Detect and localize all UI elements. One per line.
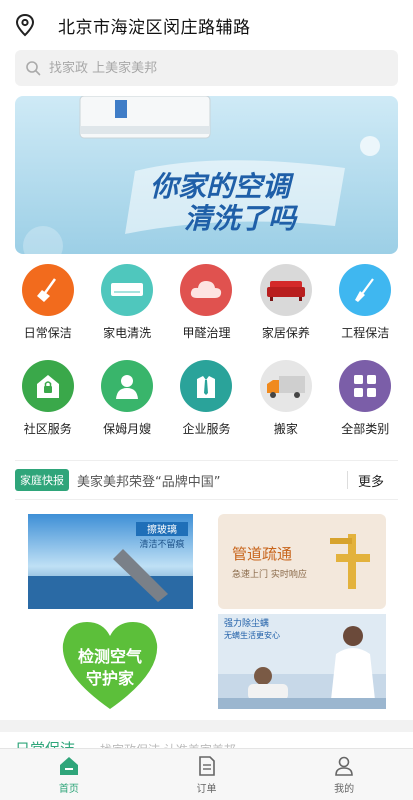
category-label: 工程保洁 bbox=[341, 326, 390, 340]
promo-glass-line2: 清洁不留痕 bbox=[139, 538, 184, 550]
cloud-icon bbox=[180, 264, 233, 316]
section-divider bbox=[0, 720, 413, 732]
location-pin-icon[interactable] bbox=[14, 13, 36, 37]
news-headline[interactable]: 美家美邦荣登“品牌中国” bbox=[77, 471, 347, 490]
category-appliance-cleaning[interactable]: 家电清洗 bbox=[87, 264, 166, 360]
header: 北京市海淀区闵庄路辅路 bbox=[0, 0, 413, 50]
broom-icon bbox=[21, 264, 74, 316]
promo-air-line1: 检测空气 bbox=[78, 647, 142, 666]
promo-pipe-dredging[interactable]: 管道疏通 急速上门 实时响应 bbox=[218, 514, 386, 609]
banner-headline-2: 清洗了吗 bbox=[184, 202, 299, 235]
tab-label: 我的 bbox=[334, 783, 355, 795]
house-lock-icon bbox=[21, 360, 74, 412]
mop-icon bbox=[339, 264, 392, 316]
category-nanny[interactable]: 保姆月嫂 bbox=[87, 360, 166, 456]
promo-pipe-title: 管道疏通 bbox=[232, 545, 292, 563]
tab-profile[interactable]: 我的 bbox=[275, 749, 413, 800]
promo-air-line2: 守护家 bbox=[86, 669, 135, 688]
category-label: 家电清洗 bbox=[103, 326, 152, 340]
promo-grid: 擦玻璃 清洁不留痕 管道疏通 急速上门 实时响应 检测空气 守护家 强力除尘螨 … bbox=[0, 506, 413, 721]
order-icon bbox=[198, 755, 215, 776]
bottom-tab-bar: 首页 订单 我的 bbox=[0, 748, 413, 800]
nanny-icon bbox=[101, 360, 154, 412]
category-furniture-care[interactable]: 家居保养 bbox=[246, 264, 325, 360]
search-input[interactable] bbox=[49, 60, 349, 76]
search-icon bbox=[26, 61, 41, 76]
sofa-icon bbox=[259, 264, 312, 316]
category-engineering-cleaning[interactable]: 工程保洁 bbox=[326, 264, 405, 360]
current-address[interactable]: 北京市海淀区闵庄路辅路 bbox=[58, 13, 251, 38]
promo-banner[interactable]: 你家的空调 清洗了吗 bbox=[15, 96, 398, 254]
news-badge: 家庭快报 bbox=[15, 469, 69, 491]
category-label: 保姆月嫂 bbox=[103, 422, 152, 436]
tab-label: 订单 bbox=[196, 783, 217, 795]
banner-headline-1: 你家的空调 bbox=[150, 170, 295, 203]
home-icon bbox=[59, 756, 78, 775]
promo-glass-cleaning[interactable]: 擦玻璃 清洁不留痕 bbox=[28, 514, 193, 609]
promo-glass-line1: 擦玻璃 bbox=[147, 523, 177, 536]
suit-icon bbox=[180, 360, 233, 412]
news-more-link[interactable]: 更多 bbox=[358, 471, 384, 490]
search-bar[interactable] bbox=[15, 50, 398, 86]
category-formaldehyde[interactable]: 甲醛治理 bbox=[167, 264, 246, 360]
category-daily-cleaning[interactable]: 日常保洁 bbox=[8, 264, 87, 360]
promo-mite-line2: 无螨生活更安心 bbox=[224, 630, 280, 640]
profile-icon bbox=[335, 756, 353, 776]
category-label: 家居保养 bbox=[261, 326, 310, 340]
home-page: 北京市海淀区闵庄路辅路 你家的空调 清洗了吗 bbox=[0, 0, 413, 800]
tab-label: 首页 bbox=[58, 783, 79, 795]
tab-home[interactable]: 首页 bbox=[0, 749, 138, 800]
category-label: 全部类别 bbox=[341, 422, 390, 436]
category-moving[interactable]: 搬家 bbox=[246, 360, 325, 456]
category-community-service[interactable]: 社区服务 bbox=[8, 360, 87, 456]
tab-orders[interactable]: 订单 bbox=[138, 749, 276, 800]
promo-mite-removal[interactable]: 强力除尘螨 无螨生活更安心 bbox=[218, 614, 386, 709]
truck-icon bbox=[259, 360, 312, 412]
category-label: 搬家 bbox=[273, 422, 298, 436]
category-enterprise-service[interactable]: 企业服务 bbox=[167, 360, 246, 456]
banner-image: 你家的空调 清洗了吗 bbox=[15, 96, 398, 254]
category-label: 社区服务 bbox=[23, 422, 72, 436]
promo-mite-line1: 强力除尘螨 bbox=[224, 617, 269, 629]
category-label: 企业服务 bbox=[182, 422, 231, 436]
grid-icon bbox=[339, 360, 392, 412]
category-all[interactable]: 全部类别 bbox=[326, 360, 405, 456]
air-conditioner-icon bbox=[101, 264, 154, 316]
category-label: 甲醛治理 bbox=[182, 326, 231, 340]
promo-pipe-subtitle: 急速上门 实时响应 bbox=[232, 568, 307, 580]
category-label: 日常保洁 bbox=[23, 326, 72, 340]
news-ticker[interactable]: 家庭快报 美家美邦荣登“品牌中国” 更多 bbox=[15, 460, 398, 500]
news-divider bbox=[346, 471, 348, 489]
category-grid: 日常保洁 家电清洗 甲醛治理 家居保养 工程保洁 社区服务 保姆月嫂 企业服务 … bbox=[0, 264, 413, 456]
promo-air-quality[interactable]: 检测空气 守护家 bbox=[55, 614, 165, 714]
